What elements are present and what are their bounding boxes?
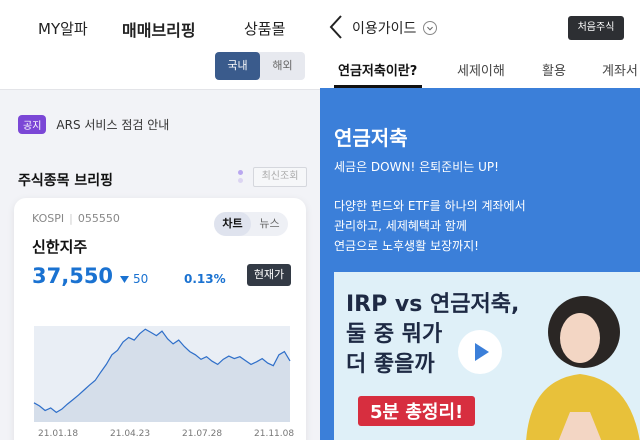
chart-news-tabs: 차트 뉴스	[214, 212, 288, 236]
market-label: KOSPI	[32, 212, 65, 225]
guide-tabs: 연금저축이란? 세제이해 활용 계좌서	[320, 52, 640, 88]
guide-line: 다양한 펀드와 ETF를 하나의 계좌에서	[334, 199, 526, 213]
recent-lookup-button[interactable]: 최신조회	[253, 167, 307, 187]
stock-meta: KOSPI | 055550	[32, 212, 120, 225]
notice-badge: 공지	[18, 115, 47, 134]
tab-account[interactable]: 계좌서	[602, 60, 638, 79]
toggle-domestic[interactable]: 국내	[215, 52, 260, 80]
pager-dot[interactable]	[238, 170, 243, 175]
play-button[interactable]	[458, 330, 502, 374]
chevron-down-icon[interactable]	[423, 21, 437, 35]
tab-usage[interactable]: 활용	[542, 60, 566, 79]
section-title: 주식종목 브리핑	[18, 173, 114, 189]
price-change-value: 50	[133, 272, 149, 286]
guide-line: 관리하고, 세제혜택과 함께	[334, 219, 467, 233]
guide-panel: 연금저축 세금은 DOWN! 은퇴준비는 UP! 다양한 펀드와 ETF를 하나…	[320, 88, 640, 440]
guide-tagline: 세금은 DOWN! 은퇴준비는 UP!	[334, 160, 499, 174]
promo-line: 둘 중 뭐가	[346, 322, 443, 347]
x-tick-label: 21.04.23	[110, 429, 150, 439]
right-pane: 이용가이드 처음주식 연금저축이란? 세제이해 활용 계좌서 연금저축 세금은 …	[320, 0, 640, 440]
tab-tax[interactable]: 세제이해	[457, 60, 505, 79]
back-arrow-icon[interactable]	[326, 14, 346, 40]
first-stock-button[interactable]: 처음주식	[568, 16, 624, 40]
stock-price: 37,550	[32, 264, 114, 288]
price-change: 50	[120, 272, 148, 286]
stock-name: 신한지주	[32, 238, 88, 256]
summary-badge: 5분 총정리!	[358, 396, 476, 426]
guide-title[interactable]: 이용가이드	[352, 18, 416, 38]
down-triangle-icon	[120, 276, 129, 283]
video-thumbnail[interactable]: IRP vs 연금저축, 둘 중 뭐가 더 좋을까 5분 총정리!	[334, 272, 640, 440]
left-pane: MY알파 매매브리핑 상품몰 국내 해외 공지 ARS 서비스 점검 안내 주식…	[0, 0, 320, 440]
toggle-overseas[interactable]: 해외	[260, 52, 305, 80]
top-nav: MY알파 매매브리핑 상품몰	[0, 0, 320, 58]
x-tick-label: 21.01.18	[38, 429, 78, 439]
pager-dot[interactable]	[238, 178, 243, 183]
x-tick-label: 21.07.28	[182, 429, 222, 439]
pager-dots[interactable]	[238, 170, 244, 186]
promo-line: IRP vs 연금저축,	[346, 292, 520, 317]
nav-product-mall[interactable]: 상품몰	[244, 18, 285, 39]
guide-header: 이용가이드 처음주식	[320, 0, 640, 52]
notice-row[interactable]: 공지 ARS 서비스 점검 안내	[18, 115, 169, 134]
tab-chart[interactable]: 차트	[214, 212, 251, 236]
current-price-button[interactable]: 현재가	[247, 264, 291, 286]
play-icon	[475, 343, 489, 361]
notice-text[interactable]: ARS 서비스 점검 안내	[56, 116, 169, 133]
tab-news[interactable]: 뉴스	[251, 212, 288, 236]
stock-card: KOSPI | 055550 차트 뉴스 신한지주 37,550 50 0.13% …	[14, 198, 306, 440]
price-change-pct: 0.13%	[184, 272, 226, 286]
market-toggle: 국내 해외	[215, 52, 305, 80]
nav-my-alpha[interactable]: MY알파	[38, 18, 88, 39]
price-chart[interactable]: 21.01.18 21.04.23 21.07.28 21.11.08	[28, 318, 304, 440]
tab-pension-savings[interactable]: 연금저축이란?	[338, 60, 417, 79]
guide-line: 연금으로 노후생활 보장까지!	[334, 239, 479, 253]
guide-description: 다양한 펀드와 ETF를 하나의 계좌에서 관리하고, 세제혜택과 함께 연금으…	[334, 196, 526, 256]
guide-heading: 연금저축	[334, 126, 408, 150]
nav-trading-briefing[interactable]: 매매브리핑	[122, 17, 196, 41]
meta-separator: |	[69, 212, 73, 225]
x-tick-label: 21.11.08	[254, 429, 294, 439]
promo-line: 더 좋을까	[346, 352, 435, 377]
stock-code: 055550	[77, 212, 120, 225]
